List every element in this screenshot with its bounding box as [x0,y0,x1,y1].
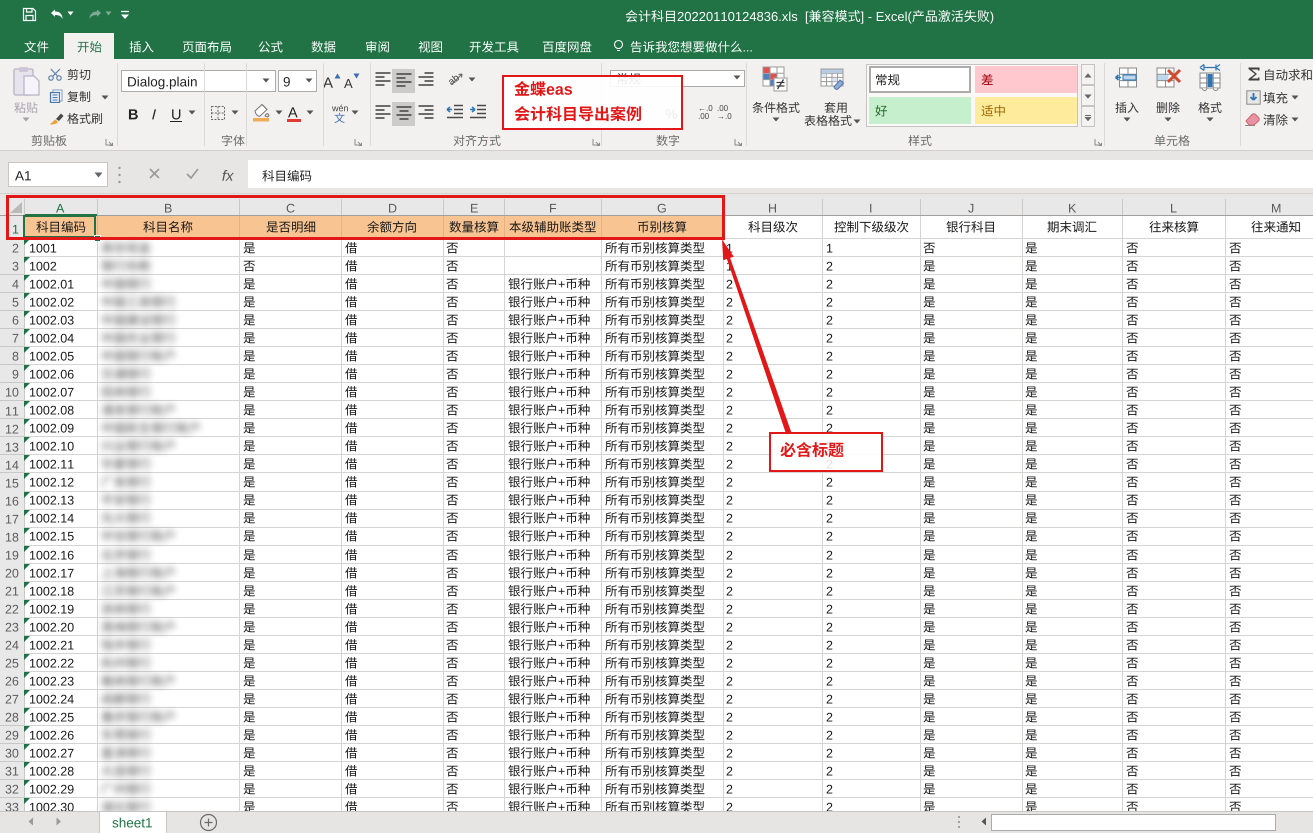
svg-text:→.0: →.0 [717,112,732,119]
svg-text:.00: .00 [698,112,710,119]
